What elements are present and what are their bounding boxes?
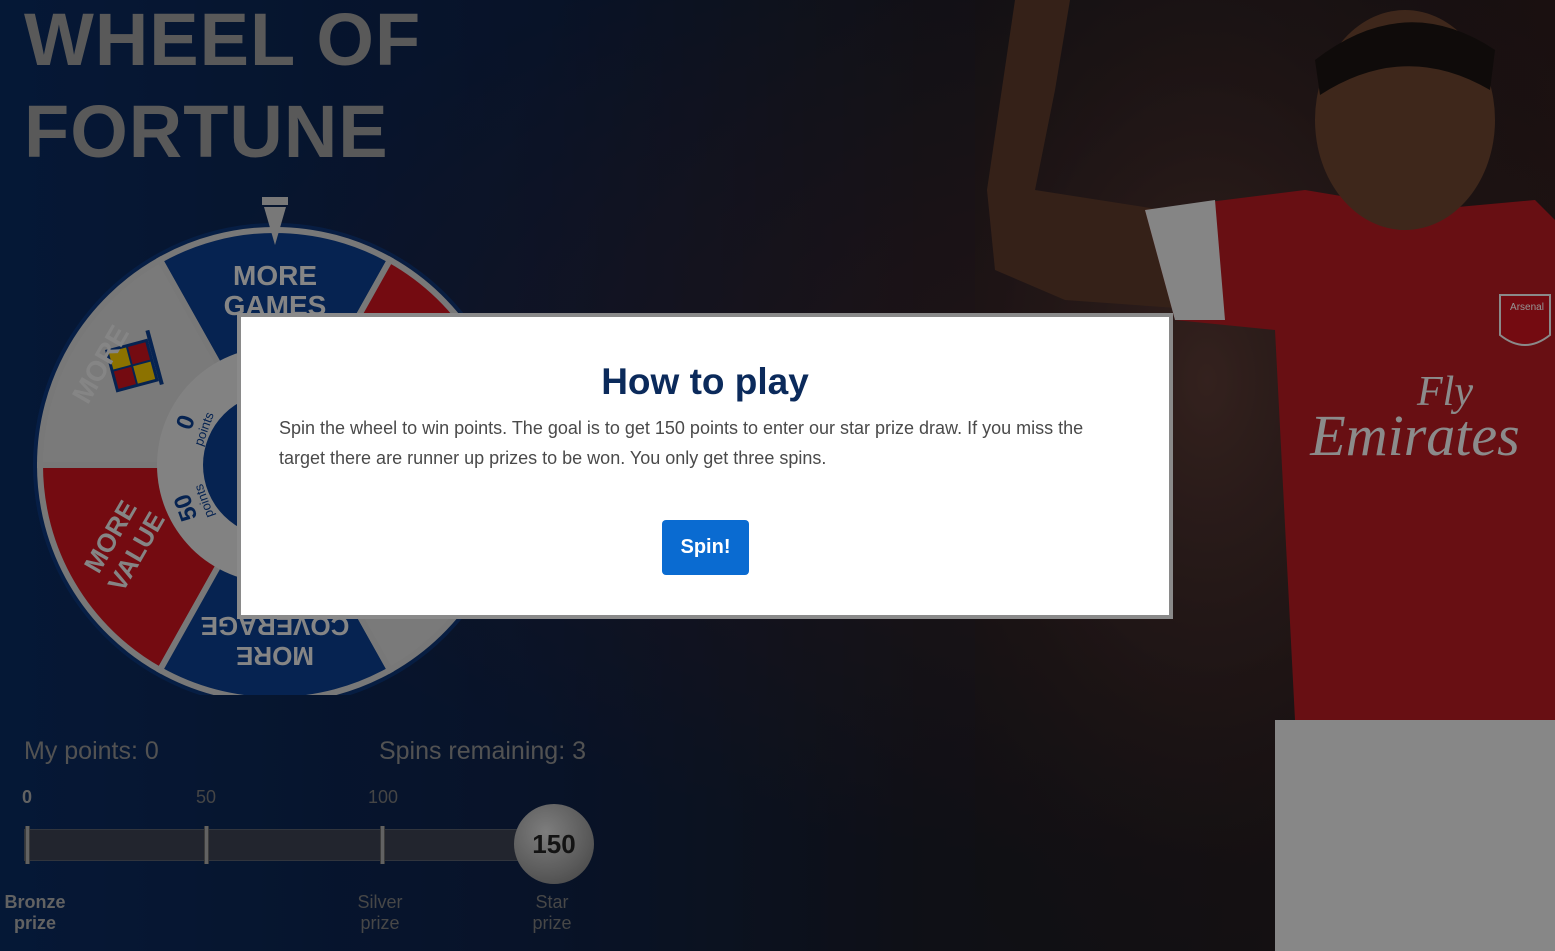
modal-title: How to play [601, 361, 809, 402]
how-to-play-modal: How to play Spin the wheel to win points… [237, 313, 1173, 619]
spin-button[interactable]: Spin! [662, 520, 749, 575]
modal-body: Spin the wheel to win points. The goal i… [279, 418, 1084, 468]
